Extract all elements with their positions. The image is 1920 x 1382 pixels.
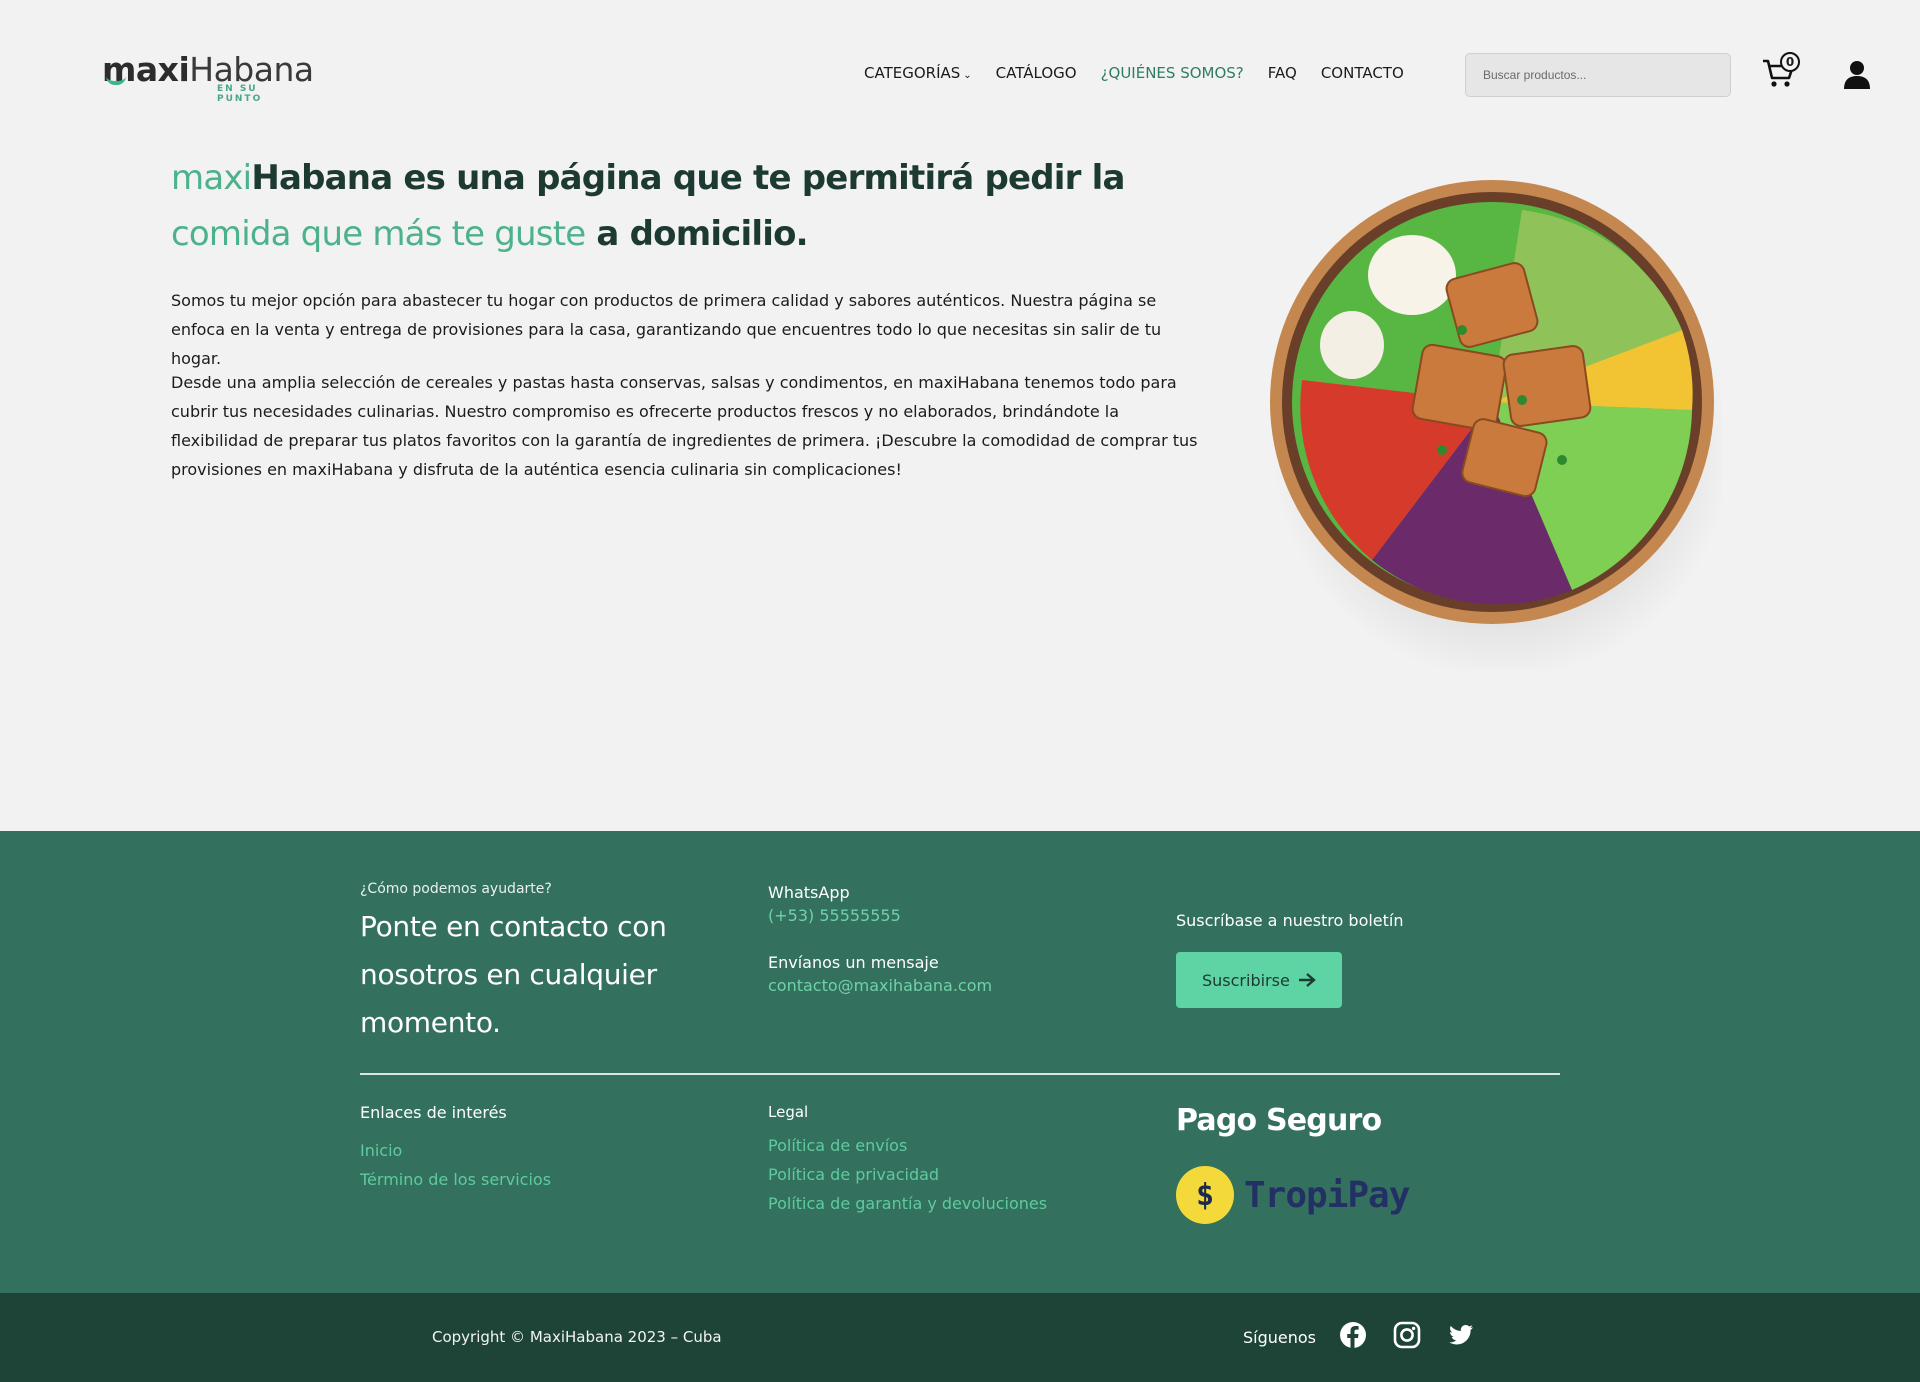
nav-catalogo[interactable]: CATÁLOGO <box>996 64 1077 82</box>
nav-categorias[interactable]: CATEGORÍAS ⌄ <box>864 64 972 82</box>
footer-divider <box>360 1073 1560 1075</box>
hero-title-highlight: comida que más te guste <box>171 214 586 254</box>
nav-contacto[interactable]: CONTACTO <box>1321 64 1404 82</box>
hero-title-brand: maxi <box>171 158 252 198</box>
footer-payment: Pago Seguro $ TropiPay <box>1176 1103 1516 1224</box>
link-politica-privacidad[interactable]: Política de privacidad <box>768 1160 1108 1189</box>
hero-title-text: Habana es una página que te permitirá pe… <box>251 158 1125 198</box>
logo-tagline: EN SU PUNTO <box>217 84 263 104</box>
subscribe-button[interactable]: Suscribirse <box>1176 952 1342 1008</box>
subscribe-button-label: Suscribirse <box>1202 970 1290 990</box>
link-politica-garantia[interactable]: Política de garantía y devoluciones <box>768 1189 1108 1218</box>
facebook-icon <box>1340 1322 1366 1348</box>
twitter-icon <box>1449 1325 1473 1345</box>
footer-contact-details: WhatsApp (+53) 55555555 Envíanos un mens… <box>768 883 1108 995</box>
nav-faq[interactable]: FAQ <box>1268 64 1297 82</box>
tropipay-coin-icon: $ <box>1176 1166 1234 1224</box>
tropipay-wordmark: TropiPay <box>1244 1174 1410 1216</box>
message-label: Envíanos un mensaje <box>768 953 939 972</box>
whatsapp-link[interactable]: (+53) 55555555 <box>768 906 1108 925</box>
hero-title-end: a domicilio. <box>585 214 808 254</box>
account-button[interactable] <box>1842 60 1872 90</box>
follow-label: Síguenos <box>1243 1328 1317 1347</box>
site-header: maxiHabana EN SU PUNTO CATEGORÍAS ⌄ CATÁL… <box>0 0 1920 150</box>
search-input[interactable] <box>1465 53 1731 97</box>
instagram-link[interactable] <box>1393 1321 1421 1349</box>
main-nav: CATEGORÍAS ⌄ CATÁLOGO ¿QUIÉNES SOMOS? FAQ… <box>864 64 1428 82</box>
hero-paragraph-1: Somos tu mejor opción para abastecer tu … <box>171 291 1162 368</box>
tropipay-logo: $ TropiPay <box>1176 1166 1516 1224</box>
chevron-down-icon: ⌄ <box>963 70 972 81</box>
footer-links: Enlaces de interés Inicio Término de los… <box>360 1103 700 1194</box>
pago-seguro-heading: Pago Seguro <box>1176 1103 1382 1138</box>
newsletter-label: Suscríbase a nuestro boletín <box>1176 911 1404 930</box>
help-heading: Ponte en contacto con nosotros en cualqu… <box>360 910 667 1039</box>
cart-count-badge: 0 <box>1780 52 1800 72</box>
site-footer: ¿Cómo podemos ayudarte? Ponte en contact… <box>0 831 1920 1293</box>
hero-paragraph-2: Desde una amplia selección de cereales y… <box>171 373 1198 479</box>
footer-legal: Legal Política de envíos Política de pri… <box>768 1103 1108 1218</box>
whatsapp-label: WhatsApp <box>768 883 850 902</box>
link-politica-envios[interactable]: Política de envíos <box>768 1131 1108 1160</box>
logo-wordmark: maxiHabana <box>102 52 314 88</box>
instagram-icon <box>1393 1321 1421 1349</box>
hero-title: maxiHabana es una página que te permitir… <box>171 150 1221 262</box>
email-link[interactable]: contacto@maxihabana.com <box>768 976 1108 995</box>
footer-newsletter: Suscríbase a nuestro boletín Suscribirse <box>1176 911 1516 1008</box>
copyright-text: Copyright © MaxiHabana 2023 – Cuba <box>432 1328 722 1346</box>
arrow-right-icon <box>1298 973 1316 987</box>
site-logo[interactable]: maxiHabana EN SU PUNTO <box>102 52 314 105</box>
help-small-text: ¿Cómo podemos ayudarte? <box>360 881 552 897</box>
twitter-link[interactable] <box>1447 1321 1475 1349</box>
links-heading: Enlaces de interés <box>360 1103 507 1122</box>
link-inicio[interactable]: Inicio <box>360 1136 700 1165</box>
facebook-link[interactable] <box>1339 1321 1367 1349</box>
nav-quienes-somos[interactable]: ¿QUIÉNES SOMOS? <box>1101 64 1244 82</box>
salad-bowl-image <box>1262 150 1732 680</box>
legal-heading: Legal <box>768 1103 809 1121</box>
footer-contact-intro: ¿Cómo podemos ayudarte? Ponte en contact… <box>360 881 700 1047</box>
link-terminos[interactable]: Término de los servicios <box>360 1165 700 1194</box>
nav-categorias-label: CATEGORÍAS <box>864 64 961 82</box>
cart-button[interactable]: 0 <box>1762 52 1802 94</box>
bottom-bar: Copyright © MaxiHabana 2023 – Cuba Sígue… <box>0 1293 1920 1382</box>
user-icon <box>1844 61 1870 89</box>
